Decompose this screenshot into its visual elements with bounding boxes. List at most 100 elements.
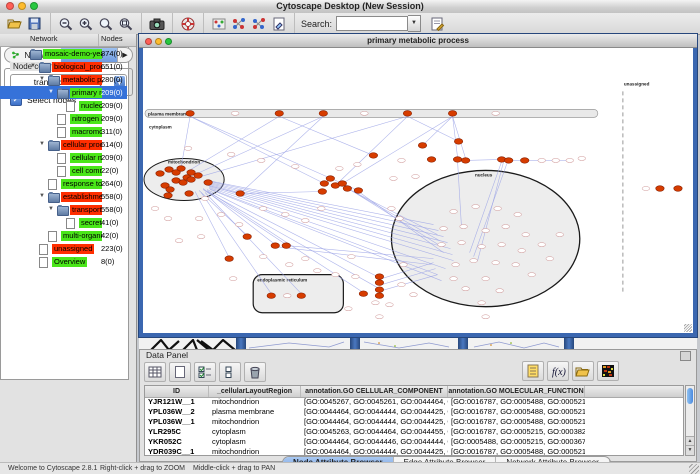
node[interactable] (403, 111, 411, 117)
node[interactable] (282, 243, 290, 249)
node-label[interactable] (318, 207, 326, 211)
node-label[interactable] (291, 164, 299, 168)
tree-row-cellular[interactable]: cellular metabolic process209(0) (0, 151, 127, 164)
node[interactable] (343, 186, 351, 192)
node-label[interactable] (348, 255, 356, 259)
edge[interactable] (453, 116, 466, 158)
node-label[interactable] (332, 273, 340, 277)
node-label[interactable] (482, 277, 490, 281)
edge[interactable] (407, 116, 458, 141)
node[interactable] (520, 158, 528, 164)
node-label[interactable] (398, 283, 406, 287)
node-label[interactable] (345, 307, 353, 311)
node-label[interactable] (301, 219, 309, 223)
node[interactable] (453, 157, 461, 163)
edge[interactable] (423, 116, 453, 145)
table-row[interactable]: YJR121W__1mitochondrion[GO:0045267, GO:0… (145, 397, 683, 407)
node[interactable] (375, 274, 383, 280)
node-label[interactable] (301, 257, 309, 261)
annotation-icon[interactable] (269, 15, 289, 33)
node-label[interactable] (566, 158, 574, 162)
node-label[interactable] (538, 158, 546, 162)
node-label[interactable] (642, 186, 650, 190)
node[interactable] (267, 293, 275, 299)
node-label[interactable] (518, 249, 526, 253)
node-label[interactable] (372, 301, 380, 305)
node-label[interactable] (556, 233, 564, 237)
node[interactable] (326, 176, 334, 182)
network-window-titlebar[interactable]: primary metabolic process (139, 34, 697, 48)
attribute-list-icon[interactable] (522, 361, 544, 381)
node-label[interactable] (478, 301, 486, 305)
zoom-in-icon[interactable] (76, 15, 96, 33)
snapshot-camera-icon[interactable] (147, 15, 167, 33)
node-label[interactable] (235, 223, 243, 227)
float-panel-icon[interactable] (680, 351, 691, 361)
node[interactable] (236, 191, 244, 197)
edge[interactable] (453, 116, 458, 157)
tree-row-metabolic[interactable]: ▼metabolic process280(0) (0, 73, 127, 86)
edge[interactable] (189, 116, 279, 170)
node-label[interactable] (390, 176, 398, 180)
help-lifesaver-icon[interactable] (178, 15, 198, 33)
function-builder-icon[interactable]: f(x) (547, 361, 569, 381)
node[interactable] (166, 187, 174, 193)
tree-row-multi-organism[interactable]: multi-organism process42(0) (0, 229, 127, 242)
node-label[interactable] (462, 287, 470, 291)
unselect-attributes-icon[interactable] (219, 362, 241, 382)
node-label[interactable] (470, 259, 478, 263)
node[interactable] (297, 293, 305, 299)
node[interactable] (427, 157, 435, 163)
tree-row-overview[interactable]: Overview8(0) (0, 255, 127, 268)
expand-arrow-icon[interactable]: ▼ (30, 60, 36, 73)
tree-row-cellular[interactable]: ▼cellular process614(0) (0, 138, 127, 151)
node-label[interactable] (450, 277, 458, 281)
tree-row-cell[interactable]: cell communication22(0) (0, 164, 127, 177)
node-label[interactable] (494, 207, 502, 211)
expand-arrow-icon[interactable]: ▼ (39, 73, 45, 86)
node-label[interactable] (452, 263, 460, 267)
node[interactable] (194, 173, 202, 179)
node[interactable] (448, 111, 456, 117)
expand-arrow-icon[interactable]: ▼ (39, 190, 45, 203)
node-label[interactable] (412, 174, 420, 178)
node-label[interactable] (398, 158, 406, 162)
node[interactable] (243, 234, 251, 240)
node[interactable] (375, 280, 383, 286)
node-label[interactable] (482, 315, 490, 319)
node-label[interactable] (285, 263, 293, 267)
node-label[interactable] (164, 217, 172, 221)
tree-row-biologicalprocess[interactable]: ▼biological_process651(0) (0, 60, 127, 73)
expand-arrow-icon[interactable]: ▼ (48, 203, 54, 216)
node[interactable] (461, 158, 469, 164)
column-header[interactable]: annotation.GO MOLECULAR_FUNCTION (448, 386, 585, 397)
node[interactable] (275, 111, 283, 117)
node-label[interactable] (259, 255, 267, 259)
node-label[interactable] (482, 229, 490, 233)
import-attributes-icon[interactable] (572, 361, 594, 381)
network-close-button[interactable] (145, 38, 152, 45)
network-zoom-button[interactable] (165, 38, 172, 45)
vizmapper-icon[interactable] (229, 15, 249, 33)
node[interactable] (187, 177, 195, 183)
scroll-down-button[interactable]: ▼ (686, 445, 694, 455)
node-label[interactable] (502, 225, 510, 229)
node-label[interactable] (496, 289, 504, 293)
tree-row-mosaic-demo-yeast[interactable]: mosaic-demo-yeast874(0) (0, 47, 127, 60)
table-row[interactable]: YDR039C__1mitochondrion[GO:0044464, GO:0… (145, 447, 683, 456)
node-label[interactable] (257, 158, 265, 162)
node[interactable] (225, 256, 233, 262)
zoom-selected-icon[interactable] (96, 15, 116, 33)
node-label[interactable] (336, 166, 344, 170)
node[interactable] (164, 193, 172, 199)
node-label[interactable] (512, 263, 520, 267)
node[interactable] (454, 139, 462, 145)
node[interactable] (504, 158, 512, 164)
node[interactable] (179, 180, 187, 186)
node-label[interactable] (492, 111, 500, 115)
nucleus-region[interactable] (391, 170, 579, 306)
layout-icon[interactable] (209, 15, 229, 33)
zoom-window-button[interactable] (30, 2, 38, 10)
node-label[interactable] (492, 261, 500, 265)
node-label[interactable] (396, 217, 404, 221)
